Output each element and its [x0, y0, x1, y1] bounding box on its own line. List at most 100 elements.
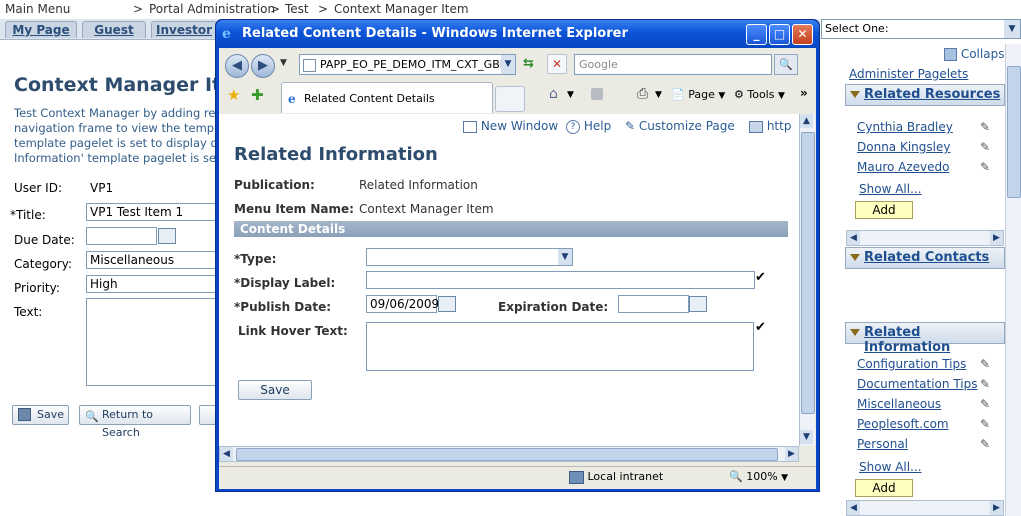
- search-icon[interactable]: 🔍: [774, 54, 798, 75]
- pencil-icon[interactable]: ✎: [980, 140, 990, 154]
- close-icon[interactable]: ✕: [792, 24, 813, 45]
- text-area[interactable]: [86, 298, 216, 386]
- calendar-icon[interactable]: [438, 296, 456, 312]
- information-link[interactable]: Personal: [857, 437, 908, 451]
- chevron-down-icon[interactable]: ▼: [655, 90, 662, 100]
- chevron-down-icon[interactable]: ▼: [280, 58, 287, 68]
- forward-icon[interactable]: ▶: [251, 54, 275, 78]
- ie-vertical-scrollbar[interactable]: ▲ ▼: [799, 114, 815, 446]
- expiration-date-input[interactable]: [618, 295, 689, 313]
- scroll-left-icon[interactable]: ◀: [847, 231, 860, 245]
- minimize-icon[interactable]: _: [746, 24, 767, 45]
- chevron-down-icon[interactable]: ▼: [558, 249, 572, 265]
- pencil-icon[interactable]: ✎: [980, 357, 990, 371]
- add-resource-button[interactable]: Add: [855, 201, 913, 219]
- stop-icon[interactable]: ✕: [547, 54, 567, 74]
- title-input[interactable]: VP1 Test Item 1: [86, 203, 217, 221]
- scroll-left-icon[interactable]: ◀: [220, 447, 233, 461]
- portal-select[interactable]: Select One: ▼: [821, 19, 1021, 39]
- new-tab-button[interactable]: [495, 86, 525, 112]
- resource-link[interactable]: Cynthia Bradley: [857, 120, 953, 134]
- pencil-icon[interactable]: ✎: [980, 397, 990, 411]
- tab-guest[interactable]: Guest: [82, 21, 146, 38]
- feeds-icon[interactable]: [591, 88, 603, 100]
- calendar-icon[interactable]: [689, 296, 707, 312]
- new-window-link[interactable]: New Window: [463, 119, 558, 133]
- chevron-right-icon[interactable]: »: [800, 86, 808, 100]
- related-resources-header[interactable]: Related Resources: [845, 84, 1005, 106]
- save-button[interactable]: Save: [12, 405, 69, 425]
- security-zone[interactable]: Local intranet: [569, 470, 663, 484]
- scroll-right-icon[interactable]: ▶: [990, 231, 1003, 245]
- ie-tab-active[interactable]: e Related Content Details: [281, 82, 493, 113]
- spellcheck-icon[interactable]: ✔: [755, 270, 766, 285]
- ie-horizontal-scrollbar[interactable]: ◀ ▶: [219, 446, 799, 462]
- help-link[interactable]: ? Help: [566, 119, 611, 134]
- display-label-input[interactable]: [366, 271, 755, 289]
- page-menu[interactable]: 📄 Page ▼: [671, 88, 725, 101]
- http-link[interactable]: http: [749, 119, 791, 133]
- scroll-thumb[interactable]: [1007, 66, 1021, 198]
- maximize-icon[interactable]: □: [769, 24, 790, 45]
- add-information-button[interactable]: Add: [855, 479, 913, 497]
- add-favorites-icon[interactable]: ✚: [251, 86, 264, 104]
- chevron-down-icon[interactable]: ▼: [567, 90, 574, 100]
- breadcrumb-portal-admin[interactable]: Portal Administration: [149, 2, 275, 16]
- chevron-down-icon[interactable]: ▼: [501, 55, 515, 74]
- scroll-left-icon[interactable]: ◀: [847, 501, 860, 515]
- pencil-icon[interactable]: ✎: [980, 437, 990, 451]
- breadcrumb-test[interactable]: Test: [285, 2, 309, 16]
- category-input[interactable]: Miscellaneous: [86, 251, 217, 269]
- dialog-heading: Related Information: [234, 144, 438, 165]
- pencil-icon[interactable]: ✎: [980, 120, 990, 134]
- calendar-icon[interactable]: [158, 228, 176, 244]
- zoom-control[interactable]: 🔍 100% ▼: [729, 470, 788, 483]
- pencil-icon[interactable]: ✎: [980, 417, 990, 431]
- administer-pagelets-link[interactable]: Administer Pagelets: [849, 67, 968, 81]
- tab-my-page[interactable]: My Page: [5, 21, 77, 38]
- print-icon[interactable]: ⎙: [637, 86, 648, 102]
- information-link[interactable]: Configuration Tips: [857, 357, 966, 371]
- horizontal-scrollbar[interactable]: ◀ ▶: [846, 500, 1004, 516]
- address-bar[interactable]: PAPP_EO_PE_DEMO_ITM_CXT_GBL ▼: [299, 54, 516, 75]
- resource-link[interactable]: Mauro Azevedo: [857, 160, 949, 174]
- information-link[interactable]: Peoplesoft.com: [857, 417, 949, 431]
- pencil-icon[interactable]: ✎: [980, 160, 990, 174]
- scroll-right-icon[interactable]: ▶: [785, 447, 798, 461]
- breadcrumb-main-menu[interactable]: Main Menu: [5, 2, 70, 16]
- horizontal-scrollbar[interactable]: ◀ ▶: [846, 230, 1004, 246]
- tools-menu[interactable]: ⚙ Tools ▼: [734, 88, 785, 101]
- refresh-icon[interactable]: ⇆: [523, 56, 534, 71]
- information-link[interactable]: Documentation Tips: [857, 377, 978, 391]
- related-contacts-header[interactable]: Related Contacts: [845, 247, 1005, 269]
- show-all-link[interactable]: Show All...: [859, 182, 922, 196]
- type-select[interactable]: ▼: [366, 248, 573, 266]
- home-icon[interactable]: ⌂: [549, 86, 558, 102]
- tab-investor[interactable]: Investor: [151, 21, 217, 38]
- chevron-down-icon[interactable]: ▼: [1004, 20, 1020, 38]
- favorites-star-icon[interactable]: ★: [227, 86, 240, 104]
- scroll-right-icon[interactable]: ▶: [990, 501, 1003, 515]
- customize-page-link[interactable]: ✎ Customize Page: [625, 119, 735, 133]
- scroll-thumb[interactable]: [236, 448, 778, 461]
- scroll-up-icon[interactable]: ▲: [800, 114, 813, 128]
- sidebar-vertical-scrollbar[interactable]: [1005, 44, 1021, 516]
- priority-select[interactable]: High: [86, 275, 217, 293]
- dialog-save-button[interactable]: Save: [238, 380, 312, 400]
- collapse-link[interactable]: Collapse: [944, 47, 1012, 61]
- scroll-thumb[interactable]: [801, 132, 815, 414]
- related-information-header[interactable]: Related Information: [845, 322, 1005, 355]
- return-to-search-button[interactable]: 🔍 Return to Search: [79, 405, 191, 439]
- information-link[interactable]: Miscellaneous: [857, 397, 941, 411]
- publish-date-input[interactable]: 09/06/2009: [366, 295, 439, 313]
- show-all-link[interactable]: Show All...: [859, 460, 922, 474]
- pencil-icon[interactable]: ✎: [980, 377, 990, 391]
- resource-link[interactable]: Donna Kingsley: [857, 140, 950, 154]
- link-hover-textarea[interactable]: [366, 322, 754, 371]
- search-box[interactable]: Google: [574, 54, 772, 75]
- back-icon[interactable]: ◀: [225, 54, 249, 78]
- spellcheck-icon[interactable]: ✔: [755, 320, 766, 335]
- gear-icon: ⚙: [734, 88, 744, 101]
- due-date-input[interactable]: [86, 227, 157, 245]
- scroll-down-icon[interactable]: ▼: [800, 430, 813, 444]
